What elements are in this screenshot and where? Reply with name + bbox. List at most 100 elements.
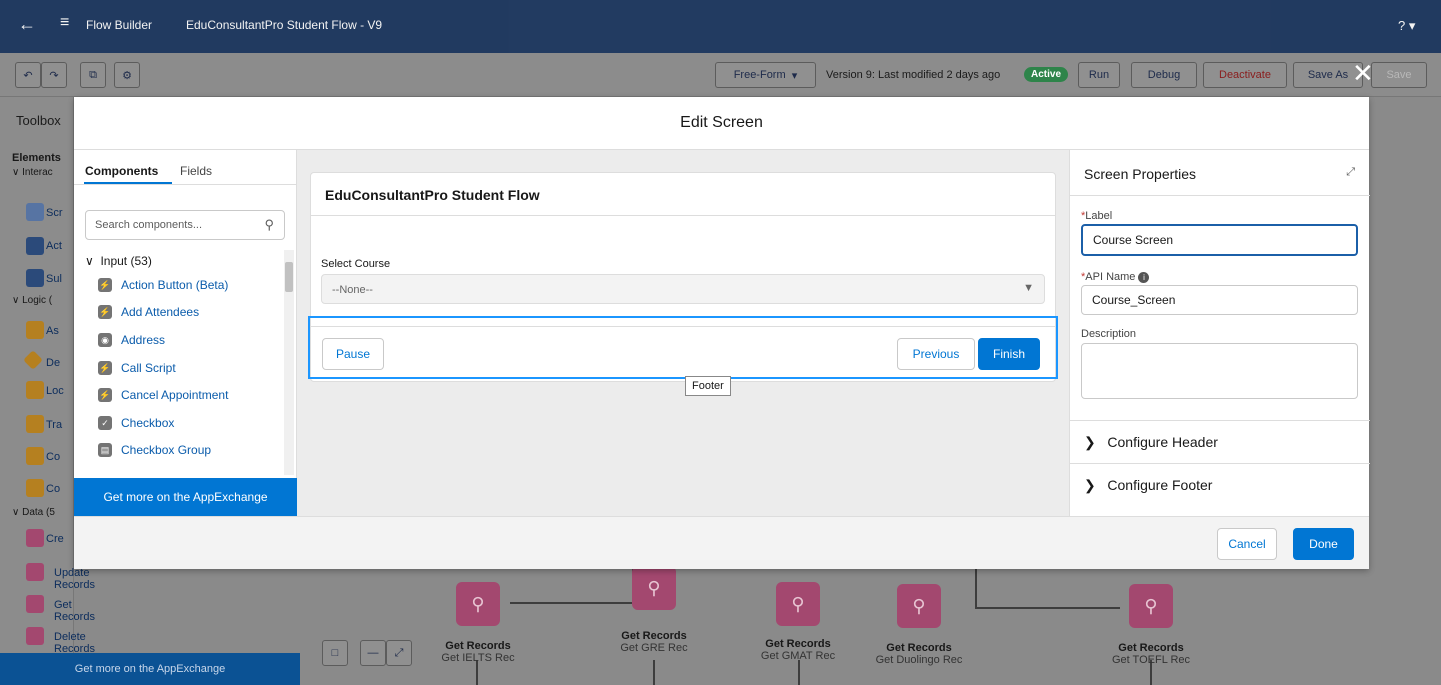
description-field-label: Description bbox=[1081, 328, 1137, 340]
toolbox-item-transform[interactable]: Tra bbox=[46, 419, 62, 431]
divider bbox=[311, 215, 1055, 216]
api-name-input[interactable]: Course_Screen bbox=[1081, 285, 1358, 315]
component-address[interactable]: ◉ Address bbox=[98, 333, 165, 347]
tab-elements[interactable]: Elements bbox=[12, 152, 61, 164]
toolbox-panel: Toolbox Elements ∨ Interac Scr Act Sul ∨… bbox=[0, 97, 95, 685]
toolbox-item-collection-filter[interactable]: Co bbox=[46, 483, 60, 495]
delete-records-icon bbox=[26, 627, 44, 645]
toolbox-item-decision[interactable]: De bbox=[46, 357, 60, 369]
component-call-script[interactable]: ⚡ Call Script bbox=[98, 361, 176, 375]
footer-selection[interactable]: Pause Previous Finish bbox=[308, 316, 1058, 379]
tab-fields[interactable]: Fields bbox=[180, 164, 212, 178]
toolbox-item-create-records[interactable]: Cre bbox=[46, 533, 64, 545]
node-label: Get Records Get GMAT Rec bbox=[760, 638, 836, 662]
component-checkbox[interactable]: ✓ Checkbox bbox=[98, 416, 174, 430]
pause-button[interactable]: Pause bbox=[322, 338, 384, 370]
component-action-button[interactable]: ⚡ Action Button (Beta) bbox=[98, 278, 228, 292]
get-records-node[interactable]: ⚲ bbox=[456, 582, 500, 626]
connector bbox=[510, 602, 635, 604]
done-button[interactable]: Done bbox=[1293, 528, 1354, 560]
toolbox-item-action[interactable]: Act bbox=[46, 240, 62, 252]
collapse-icon[interactable]: ⤢ bbox=[386, 640, 412, 666]
collection-sort-icon bbox=[26, 447, 44, 465]
bolt-icon: ⚡ bbox=[98, 278, 112, 292]
deactivate-button[interactable]: Deactivate bbox=[1203, 62, 1287, 88]
toolbox-item-subflow[interactable]: Sul bbox=[46, 273, 62, 285]
cancel-button[interactable]: Cancel bbox=[1217, 528, 1277, 560]
description-textarea[interactable] bbox=[1081, 343, 1358, 399]
info-icon[interactable]: i bbox=[1138, 272, 1150, 283]
close-icon[interactable]: ✕ bbox=[1352, 58, 1374, 89]
screen-header-title: EduConsultantPro Student Flow bbox=[325, 187, 540, 203]
record-search-icon: ⚲ bbox=[791, 593, 805, 614]
subflow-icon bbox=[26, 269, 44, 287]
toolbox-appexchange-link[interactable]: Get more on the AppExchange bbox=[0, 653, 300, 685]
search-components-input[interactable]: Search components... ⚲ bbox=[85, 210, 285, 240]
divider bbox=[74, 184, 297, 185]
save-button[interactable]: Save bbox=[1371, 62, 1427, 88]
builder-toolbar: ↶ ↷ ⧉ ⚙ Free-Form ▾ Version 9: Last modi… bbox=[0, 53, 1441, 97]
toolbox-item-collection-sort[interactable]: Co bbox=[46, 451, 60, 463]
chevron-right-icon: ❯ bbox=[1084, 476, 1096, 493]
configure-header-section[interactable]: ❯ Configure Header bbox=[1070, 420, 1370, 463]
appexchange-link[interactable]: Get more on the AppExchange bbox=[74, 478, 297, 516]
toolbox-item-get-records[interactable]: Get Records bbox=[54, 599, 95, 623]
group-interaction[interactable]: ∨ Interac bbox=[12, 167, 53, 178]
label-input[interactable]: Course Screen bbox=[1081, 224, 1358, 256]
filter-icon bbox=[26, 479, 44, 497]
expand-icon[interactable]: ⤢ bbox=[1346, 166, 1355, 179]
get-records-node[interactable]: ⚲ bbox=[897, 584, 941, 628]
get-records-node[interactable]: ⚲ bbox=[1129, 584, 1173, 628]
scrollbar-thumb[interactable] bbox=[285, 262, 293, 292]
select-course-field[interactable]: --None-- ▼ bbox=[321, 274, 1045, 304]
connector bbox=[798, 660, 800, 685]
toolbox-item-screen[interactable]: Scr bbox=[46, 207, 63, 219]
copy-icon[interactable]: ⧉ bbox=[80, 62, 106, 88]
transform-icon bbox=[26, 415, 44, 433]
search-placeholder: Search components... bbox=[95, 219, 203, 231]
undo-icon[interactable]: ↶ bbox=[15, 62, 41, 88]
toolbox-item-assignment[interactable]: As bbox=[46, 325, 59, 337]
toolbox-item-update-records[interactable]: Update Records bbox=[54, 567, 95, 591]
screen-icon bbox=[26, 203, 44, 221]
chevron-down-icon: ▾ bbox=[791, 69, 798, 82]
group-logic[interactable]: ∨ Logic ( bbox=[12, 295, 52, 306]
redo-icon[interactable]: ↷ bbox=[41, 62, 67, 88]
group-data[interactable]: ∨ Data (5 bbox=[12, 507, 55, 518]
status-badge: Active bbox=[1024, 67, 1069, 82]
previous-button[interactable]: Previous bbox=[897, 338, 975, 370]
get-records-node[interactable]: ⚲ bbox=[776, 582, 820, 626]
help-menu[interactable]: ? ▾ bbox=[1398, 18, 1415, 34]
search-icon: ⚲ bbox=[264, 217, 274, 232]
record-search-icon: ⚲ bbox=[912, 595, 926, 616]
fit-view-icon[interactable]: □ bbox=[322, 640, 348, 666]
layout-mode-select[interactable]: Free-Form ▾ bbox=[715, 62, 816, 88]
toolbox-item-delete-records[interactable]: Delete Records bbox=[54, 631, 95, 655]
screen-preview: EduConsultantPro Student Flow Select Cou… bbox=[308, 172, 1058, 382]
screen-canvas: EduConsultantPro Student Flow Select Cou… bbox=[297, 150, 1069, 516]
settings-icon[interactable]: ⚙ bbox=[114, 62, 140, 88]
location-icon: ◉ bbox=[98, 333, 112, 347]
group-input[interactable]: ∨ Input (53) bbox=[85, 254, 152, 268]
record-search-icon: ⚲ bbox=[1144, 595, 1158, 616]
modal-footer: Cancel Done bbox=[74, 516, 1369, 569]
get-records-node[interactable]: ⚲ bbox=[632, 566, 676, 610]
bolt-icon: ⚡ bbox=[98, 388, 112, 402]
node-label: Get Records Get IELTS Rec bbox=[441, 640, 515, 664]
debug-button[interactable]: Debug bbox=[1131, 62, 1197, 88]
flow-icon: ≡ bbox=[60, 14, 70, 31]
tab-components[interactable]: Components bbox=[85, 164, 158, 178]
zoom-out-icon[interactable]: — bbox=[360, 640, 386, 666]
configure-footer-section[interactable]: ❯ Configure Footer bbox=[1070, 463, 1370, 506]
back-arrow-icon[interactable]: ← bbox=[18, 14, 36, 35]
component-cancel-appointment[interactable]: ⚡ Cancel Appointment bbox=[98, 388, 228, 402]
run-button[interactable]: Run bbox=[1078, 62, 1120, 88]
component-checkbox-group[interactable]: ▤ Checkbox Group bbox=[98, 443, 211, 457]
components-panel: Components Fields Search components... ⚲… bbox=[74, 150, 297, 516]
toolbox-item-loop[interactable]: Loc bbox=[46, 385, 64, 397]
checkbox-group-icon: ▤ bbox=[98, 443, 112, 457]
node-label: Get Records Get TOEFL Rec bbox=[1111, 642, 1191, 666]
edit-screen-modal: Edit Screen Components Fields Search com… bbox=[74, 97, 1370, 569]
finish-button[interactable]: Finish bbox=[978, 338, 1040, 370]
component-add-attendees[interactable]: ⚡ Add Attendees bbox=[98, 305, 199, 319]
